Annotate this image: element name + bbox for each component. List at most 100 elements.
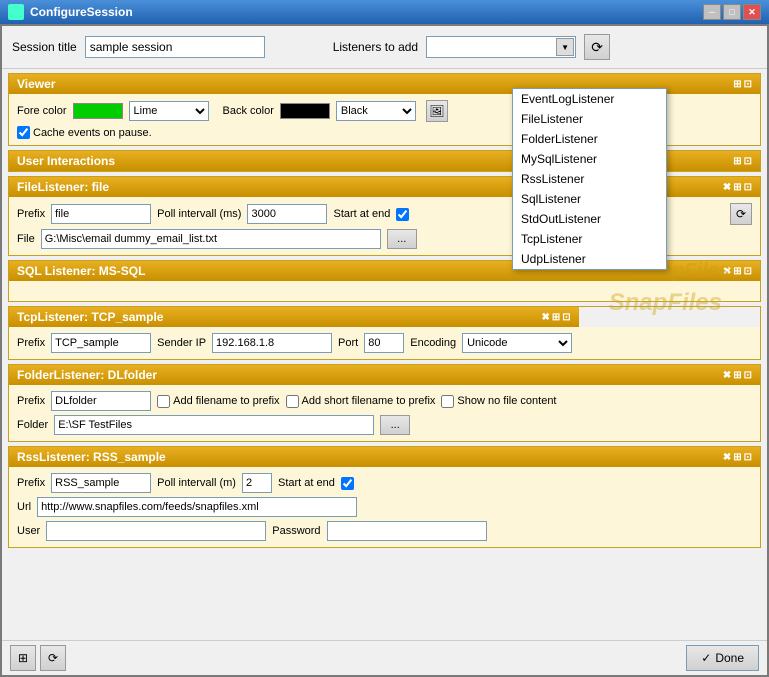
refresh-icon: ⟳ [591,39,603,56]
tcp-grid1-icon[interactable]: ⊞ [552,312,560,323]
sql-grid1-icon[interactable]: ⊞ [733,266,741,277]
rss-password-input[interactable] [327,521,487,541]
done-label: Done [715,651,744,665]
tcp-port-input[interactable] [364,333,404,353]
folder-listener-icons: ✖ ⊞ ⊡ [723,370,752,381]
add-listener-button[interactable]: ⟳ [584,34,610,60]
fl-grid1-icon[interactable]: ⊞ [733,182,741,193]
fl-file-input[interactable] [41,229,381,249]
rss-listener-header[interactable]: RssListener: RSS_sample ✖ ⊞ ⊡ [9,447,760,467]
dropdown-item-file[interactable]: FileListener [513,109,666,129]
tcp-delete-icon[interactable]: ✖ [541,312,549,323]
folder-addfilename-label[interactable]: Add filename to prefix [157,395,279,408]
fl-prefix-input[interactable] [51,204,151,224]
file-listener-title: FileListener: file [17,180,109,194]
fl-poll-input[interactable] [247,204,327,224]
title-bar: ConfigureSession ─ □ ✕ [0,0,769,24]
cache-checkbox-label[interactable]: Cache events on pause. [17,126,152,139]
tcp-encoding-select[interactable]: Unicode [462,333,572,353]
fl-start-label: Start at end [333,208,390,220]
listeners-combo-wrapper: ▼ [426,36,576,58]
dropdown-item-mysql[interactable]: MySqlListener [513,149,666,169]
dropdown-item-tcp[interactable]: TcpListener [513,229,666,249]
maximize-button[interactable]: □ [723,4,741,20]
title-controls[interactable]: ─ □ ✕ [703,4,761,20]
dropdown-item-stdout[interactable]: StdOutListener [513,209,666,229]
folder-prefix-input[interactable] [51,391,151,411]
session-input[interactable] [85,36,265,58]
fl-refresh-button[interactable]: ⟳ [730,203,752,225]
folder-listener-title: FolderListener: DLfolder [17,368,157,382]
rss-poll-input[interactable] [242,473,272,493]
viewer-icon-button[interactable]: 🖼 [426,100,448,122]
rss-url-input[interactable] [37,497,357,517]
ui-grid2-icon[interactable]: ⊡ [744,156,752,167]
rss-listener-title: RssListener: RSS_sample [17,450,166,464]
file-listener-icons: ✖ ⊞ ⊡ [723,182,752,193]
tcp-grid2-icon[interactable]: ⊡ [562,312,570,323]
fore-color-select[interactable]: Lime [129,101,209,121]
fl-poll-label: Poll intervall (ms) [157,208,241,220]
listeners-dropdown[interactable]: EventLogListener FileListener FolderList… [512,88,667,270]
tcp-listener-icons: ✖ ⊞ ⊡ [541,312,570,323]
folder-grid2-icon[interactable]: ⊡ [744,370,752,381]
rss-delete-icon[interactable]: ✖ [723,452,731,463]
folder-listener-body: Prefix Add filename to prefix Add short … [9,385,760,441]
fl-browse-button[interactable]: ... [387,229,417,249]
close-button[interactable]: ✕ [743,4,761,20]
cache-checkbox[interactable] [17,126,30,139]
listeners-combo[interactable] [426,36,576,58]
footer-btn2[interactable]: ⟳ [40,645,66,671]
done-checkmark-icon: ✓ [701,651,711,665]
folder-listener-header[interactable]: FolderListener: DLfolder ✖ ⊞ ⊡ [9,365,760,385]
app-icon [8,4,24,20]
tcp-prefix-input[interactable] [51,333,151,353]
folder-listener-row2: Folder ... [17,415,752,435]
folder-folder-label: Folder [17,419,48,431]
ui-grid1-icon[interactable]: ⊞ [733,156,741,167]
viewer-grid1-icon[interactable]: ⊞ [733,79,741,90]
main-window: Session title Listeners to add ▼ ⟳ Event… [0,24,769,677]
folder-grid1-icon[interactable]: ⊞ [733,370,741,381]
folder-prefix-label: Prefix [17,395,45,407]
folder-addshort-label[interactable]: Add short filename to prefix [286,395,436,408]
folder-nofile-checkbox[interactable] [441,395,454,408]
folder-browse-button[interactable]: ... [380,415,410,435]
viewer-header-icons: ⊞ ⊡ [733,79,752,90]
session-label: Session title [12,40,77,54]
tcp-listener-header[interactable]: TcpListener: TCP_sample ✖ ⊞ ⊡ [9,307,579,327]
folder-addshort-checkbox[interactable] [286,395,299,408]
fl-delete-icon[interactable]: ✖ [723,182,731,193]
rss-listener-body: Prefix Poll intervall (m) Start at end U… [9,467,760,547]
dropdown-item-eventlog[interactable]: EventLogListener [513,89,666,109]
done-button[interactable]: ✓ Done [686,645,759,671]
folder-addfilename-text: Add filename to prefix [173,395,279,407]
folder-delete-icon[interactable]: ✖ [723,370,731,381]
dropdown-item-folder[interactable]: FolderListener [513,129,666,149]
footer-btn1[interactable]: ⊞ [10,645,36,671]
rss-user-input[interactable] [46,521,266,541]
folder-folder-input[interactable] [54,415,374,435]
viewer-grid2-icon[interactable]: ⊡ [744,79,752,90]
fl-grid2-icon[interactable]: ⊡ [744,182,752,193]
minimize-button[interactable]: ─ [703,4,721,20]
back-color-select[interactable]: Black [336,101,416,121]
folder-nofile-label[interactable]: Show no file content [441,395,556,408]
rss-password-label: Password [272,525,320,537]
rss-prefix-input[interactable] [51,473,151,493]
rss-listener-row2: Url [17,497,752,517]
rss-start-checkbox[interactable] [341,477,354,490]
folder-addfilename-checkbox[interactable] [157,395,170,408]
sql-grid2-icon[interactable]: ⊡ [744,266,752,277]
fl-start-checkbox[interactable] [396,208,409,221]
tcp-sender-input[interactable] [212,333,332,353]
dropdown-item-udp[interactable]: UdpListener [513,249,666,269]
dropdown-item-rss[interactable]: RssListener [513,169,666,189]
rss-grid2-icon[interactable]: ⊡ [744,452,752,463]
rss-grid1-icon[interactable]: ⊞ [733,452,741,463]
viewer-icon: 🖼 [429,104,444,118]
rss-start-label: Start at end [278,477,335,489]
dropdown-item-sql[interactable]: SqlListener [513,189,666,209]
fl-file-label: File [17,233,35,245]
sql-delete-icon[interactable]: ✖ [723,266,731,277]
